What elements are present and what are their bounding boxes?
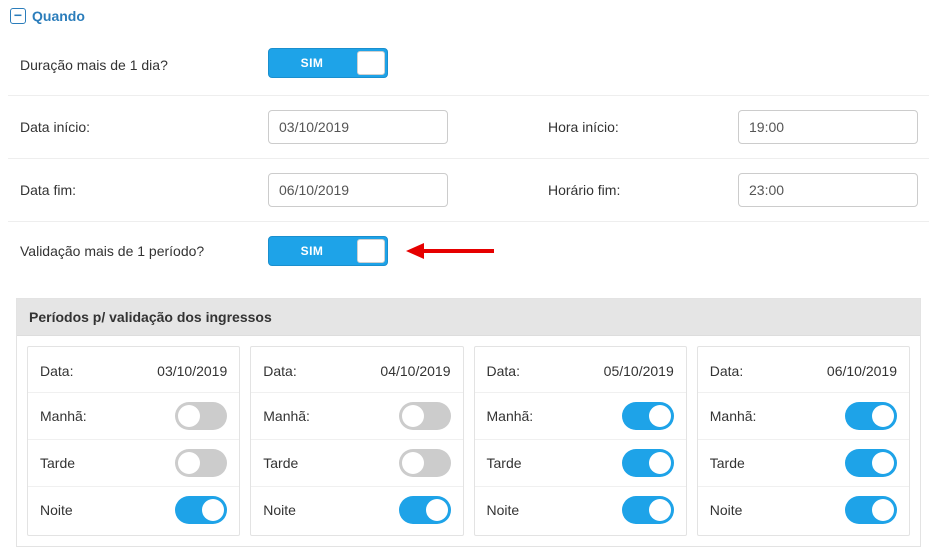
- time-start-input[interactable]: [738, 110, 918, 144]
- night-toggle[interactable]: [622, 496, 674, 524]
- section-title: Quando: [32, 8, 85, 24]
- period-row-morning: Manhã:: [251, 393, 462, 440]
- period-afternoon-label: Tarde: [263, 455, 298, 471]
- period-afternoon-label: Tarde: [487, 455, 522, 471]
- duration-label: Duração mais de 1 dia?: [8, 57, 268, 73]
- period-row-night: Noite: [475, 487, 686, 533]
- night-toggle[interactable]: [845, 496, 897, 524]
- period-afternoon-label: Tarde: [40, 455, 75, 471]
- afternoon-toggle[interactable]: [399, 449, 451, 477]
- night-toggle[interactable]: [175, 496, 227, 524]
- period-card: Data: 04/10/2019 Manhã: Tarde Noite: [250, 346, 463, 536]
- period-date-label: Data:: [487, 363, 520, 379]
- period-row-night: Noite: [698, 487, 909, 533]
- date-start-label: Data início:: [8, 119, 268, 135]
- night-toggle-knob: [872, 499, 894, 521]
- row-duration: Duração mais de 1 dia? SIM: [8, 34, 929, 96]
- duration-toggle-label: SIM: [269, 49, 355, 77]
- night-toggle-knob: [649, 499, 671, 521]
- period-card: Data: 05/10/2019 Manhã: Tarde Noite: [474, 346, 687, 536]
- period-morning-label: Manhã:: [710, 408, 757, 424]
- period-date-value: 03/10/2019: [157, 363, 227, 379]
- date-end-label: Data fim:: [8, 182, 268, 198]
- collapse-toggle[interactable]: −: [10, 8, 26, 24]
- morning-toggle-knob: [402, 405, 424, 427]
- row-validation: Validação mais de 1 período? SIM: [8, 222, 929, 280]
- period-night-label: Noite: [40, 502, 73, 518]
- morning-toggle[interactable]: [399, 402, 451, 430]
- period-afternoon-label: Tarde: [710, 455, 745, 471]
- duration-toggle[interactable]: SIM: [268, 48, 388, 78]
- period-date-value: 06/10/2019: [827, 363, 897, 379]
- period-morning-label: Manhã:: [40, 408, 87, 424]
- morning-toggle[interactable]: [845, 402, 897, 430]
- afternoon-toggle-knob: [872, 452, 894, 474]
- date-start-input[interactable]: [268, 110, 448, 144]
- period-row-date: Data: 06/10/2019: [698, 349, 909, 393]
- afternoon-toggle[interactable]: [845, 449, 897, 477]
- period-row-afternoon: Tarde: [698, 440, 909, 487]
- period-date-label: Data:: [710, 363, 743, 379]
- date-end-input[interactable]: [268, 173, 448, 207]
- row-date-start: Data início: Hora início:: [8, 96, 929, 159]
- period-night-label: Noite: [263, 502, 296, 518]
- time-end-input[interactable]: [738, 173, 918, 207]
- morning-toggle-knob: [649, 405, 671, 427]
- period-row-afternoon: Tarde: [251, 440, 462, 487]
- afternoon-toggle[interactable]: [622, 449, 674, 477]
- period-date-label: Data:: [263, 363, 296, 379]
- afternoon-toggle-knob: [649, 452, 671, 474]
- period-night-label: Noite: [710, 502, 743, 518]
- period-row-date: Data: 03/10/2019: [28, 349, 239, 393]
- night-toggle[interactable]: [399, 496, 451, 524]
- period-row-afternoon: Tarde: [475, 440, 686, 487]
- period-row-morning: Manhã:: [698, 393, 909, 440]
- morning-toggle-knob: [872, 405, 894, 427]
- period-row-night: Noite: [28, 487, 239, 533]
- period-night-label: Noite: [487, 502, 520, 518]
- period-row-date: Data: 04/10/2019: [251, 349, 462, 393]
- afternoon-toggle[interactable]: [175, 449, 227, 477]
- period-morning-label: Manhã:: [487, 408, 534, 424]
- validation-toggle-knob: [357, 239, 385, 263]
- period-card: Data: 06/10/2019 Manhã: Tarde Noite: [697, 346, 910, 536]
- period-morning-label: Manhã:: [263, 408, 310, 424]
- validation-label: Validação mais de 1 período?: [8, 243, 268, 259]
- night-toggle-knob: [426, 499, 448, 521]
- morning-toggle-knob: [178, 405, 200, 427]
- period-date-value: 04/10/2019: [380, 363, 450, 379]
- time-end-label: Horário fim:: [538, 182, 738, 198]
- validation-toggle[interactable]: SIM: [268, 236, 388, 266]
- arrow-annotation: [406, 237, 496, 265]
- afternoon-toggle-knob: [402, 452, 424, 474]
- row-date-end: Data fim: Horário fim:: [8, 159, 929, 222]
- afternoon-toggle-knob: [178, 452, 200, 474]
- morning-toggle[interactable]: [175, 402, 227, 430]
- duration-toggle-knob: [357, 51, 385, 75]
- periods-section: Períodos p/ validação dos ingressos Data…: [16, 298, 921, 547]
- night-toggle-knob: [202, 499, 224, 521]
- period-row-afternoon: Tarde: [28, 440, 239, 487]
- morning-toggle[interactable]: [622, 402, 674, 430]
- validation-toggle-label: SIM: [269, 237, 355, 265]
- period-row-morning: Manhã:: [475, 393, 686, 440]
- period-row-night: Noite: [251, 487, 462, 533]
- time-start-label: Hora início:: [538, 119, 738, 135]
- period-date-value: 05/10/2019: [604, 363, 674, 379]
- period-card: Data: 03/10/2019 Manhã: Tarde Noite: [27, 346, 240, 536]
- period-date-label: Data:: [40, 363, 73, 379]
- period-row-date: Data: 05/10/2019: [475, 349, 686, 393]
- periods-header: Períodos p/ validação dos ingressos: [17, 299, 920, 336]
- period-row-morning: Manhã:: [28, 393, 239, 440]
